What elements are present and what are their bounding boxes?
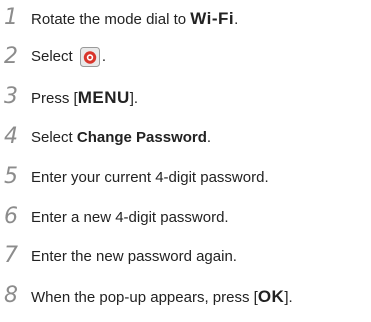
step-5: 5 Enter your current 4-digit password. — [0, 162, 269, 192]
step-4: 4 Select Change Password. — [0, 122, 211, 152]
step-text: When the pop-up appears, press [OK]. — [31, 288, 293, 305]
step-text: Enter your current 4-digit password. — [31, 168, 269, 186]
menu-option: Change Password — [76, 128, 207, 146]
step-punctuation: . — [206, 128, 212, 146]
step-3: 3 Press [MENU]. — [0, 82, 138, 112]
step-text: Select . — [31, 47, 106, 67]
step-number: 4 — [4, 124, 18, 149]
step-text: Enter the new password again. — [31, 247, 237, 265]
step-7: 7 Enter the new password again. — [0, 241, 237, 271]
step-number: 2 — [4, 44, 18, 69]
step-instruction: Select — [31, 128, 77, 146]
step-instruction: Rotate the mode dial to — [31, 10, 191, 28]
step-text: Press [MENU]. — [31, 89, 138, 106]
mode-name: Wi-Fi — [190, 8, 235, 28]
step-number: 6 — [4, 204, 18, 229]
step-punctuation: . — [101, 47, 107, 65]
step-number: 5 — [4, 164, 18, 189]
step-8: 8 When the pop-up appears, press [OK]. — [0, 281, 293, 311]
step-number: 7 — [4, 243, 18, 268]
step-text: Rotate the mode dial to Wi-Fi. — [31, 10, 238, 27]
step-2: 2 Select . — [0, 42, 106, 72]
menu-key: MENU — [77, 87, 130, 107]
step-punctuation: . — [234, 10, 239, 28]
step-instruction: When the pop-up appears, press [ — [31, 288, 258, 306]
step-text: Select Change Password. — [31, 130, 211, 145]
step-instruction: Select — [31, 47, 77, 65]
step-punctuation: ]. — [284, 288, 293, 306]
step-6: 6 Enter a new 4-digit password. — [0, 202, 229, 232]
step-number: 8 — [4, 283, 18, 308]
instruction-page: 1 Rotate the mode dial to Wi-Fi. 2 Selec… — [0, 0, 371, 322]
ok-key: OK — [257, 286, 285, 306]
step-instruction: Press [ — [31, 89, 78, 107]
step-punctuation: ]. — [129, 89, 139, 107]
step-number: 3 — [4, 84, 18, 109]
email-icon — [79, 47, 100, 67]
step-1: 1 Rotate the mode dial to Wi-Fi. — [0, 3, 238, 33]
step-text: Enter a new 4-digit password. — [31, 208, 229, 226]
step-number: 1 — [4, 5, 18, 30]
